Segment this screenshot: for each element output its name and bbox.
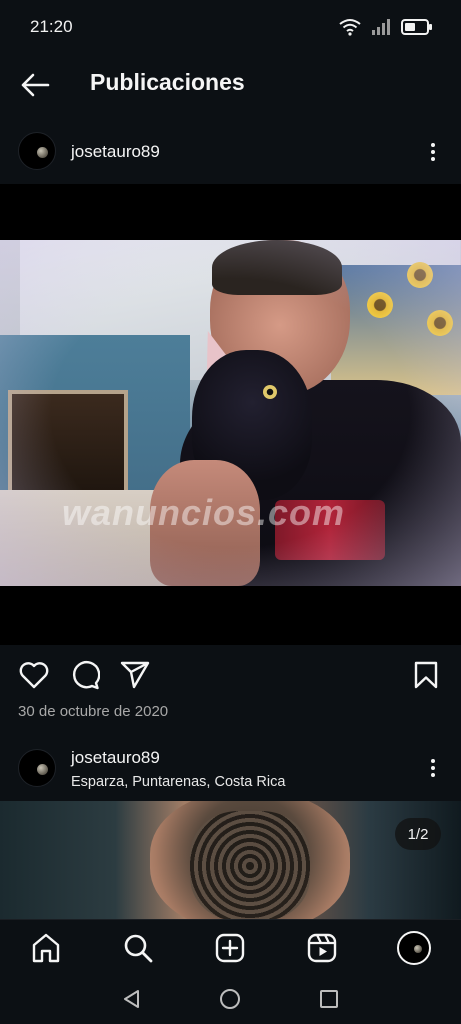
bottom-navigation (0, 919, 461, 975)
nav-search[interactable] (120, 930, 156, 966)
post-header: josetauro89 (0, 124, 461, 180)
watermark-text: wanuncios.com (62, 492, 346, 533)
nav-home[interactable] (28, 930, 64, 966)
nav-profile[interactable] (396, 930, 432, 966)
more-vertical-icon (431, 143, 435, 147)
app-header: Publicaciones (0, 56, 461, 112)
comment-icon (73, 661, 100, 690)
reels-icon (307, 933, 337, 963)
post-media[interactable]: 1/2 (0, 801, 461, 919)
system-recents-button[interactable] (317, 987, 341, 1011)
post-action-bar (0, 650, 461, 698)
more-options-button[interactable] (423, 137, 443, 167)
save-button[interactable] (409, 658, 443, 692)
nav-create[interactable] (212, 930, 248, 966)
post-username[interactable]: josetauro89 (71, 142, 160, 162)
bookmark-icon (414, 661, 438, 689)
post-header: josetauro89 Esparza, Puntarenas, Costa R… (0, 744, 461, 800)
page-title: Publicaciones (90, 69, 245, 95)
like-button[interactable] (17, 658, 51, 692)
more-options-button[interactable] (423, 753, 443, 783)
recents-square-icon (320, 990, 338, 1008)
post-photo[interactable]: wanuncios.com (0, 240, 461, 586)
home-icon (32, 933, 60, 963)
system-back-button[interactable] (120, 987, 144, 1011)
more-vertical-icon (431, 759, 435, 763)
avatar[interactable] (18, 132, 56, 170)
system-navigation (0, 975, 461, 1024)
carousel-counter: 1/2 (395, 818, 441, 850)
back-triangle-icon (124, 990, 139, 1008)
nav-reels[interactable] (304, 930, 340, 966)
share-icon (120, 661, 150, 689)
heart-icon (19, 662, 49, 689)
post-date: 30 de octubre de 2020 (18, 703, 169, 720)
avatar[interactable] (18, 749, 56, 787)
arrow-left-icon (21, 73, 50, 97)
post-media[interactable]: wanuncios.com (0, 184, 461, 645)
status-time: 21:20 (30, 17, 73, 36)
post-location[interactable]: Esparza, Puntarenas, Costa Rica (71, 774, 285, 790)
profile-avatar[interactable] (397, 931, 431, 965)
back-button[interactable] (18, 68, 52, 102)
search-icon (124, 934, 153, 963)
home-circle-icon (220, 989, 240, 1009)
status-bar: 21:20 (0, 0, 461, 56)
wifi-icon (339, 18, 361, 41)
battery-icon (401, 19, 433, 40)
comment-button[interactable] (68, 658, 102, 692)
status-icons (339, 18, 433, 41)
signal-icon (371, 19, 391, 40)
post-username[interactable]: josetauro89 (71, 748, 160, 768)
share-button[interactable] (118, 658, 152, 692)
add-post-icon (215, 933, 245, 963)
system-home-button[interactable] (218, 987, 242, 1011)
